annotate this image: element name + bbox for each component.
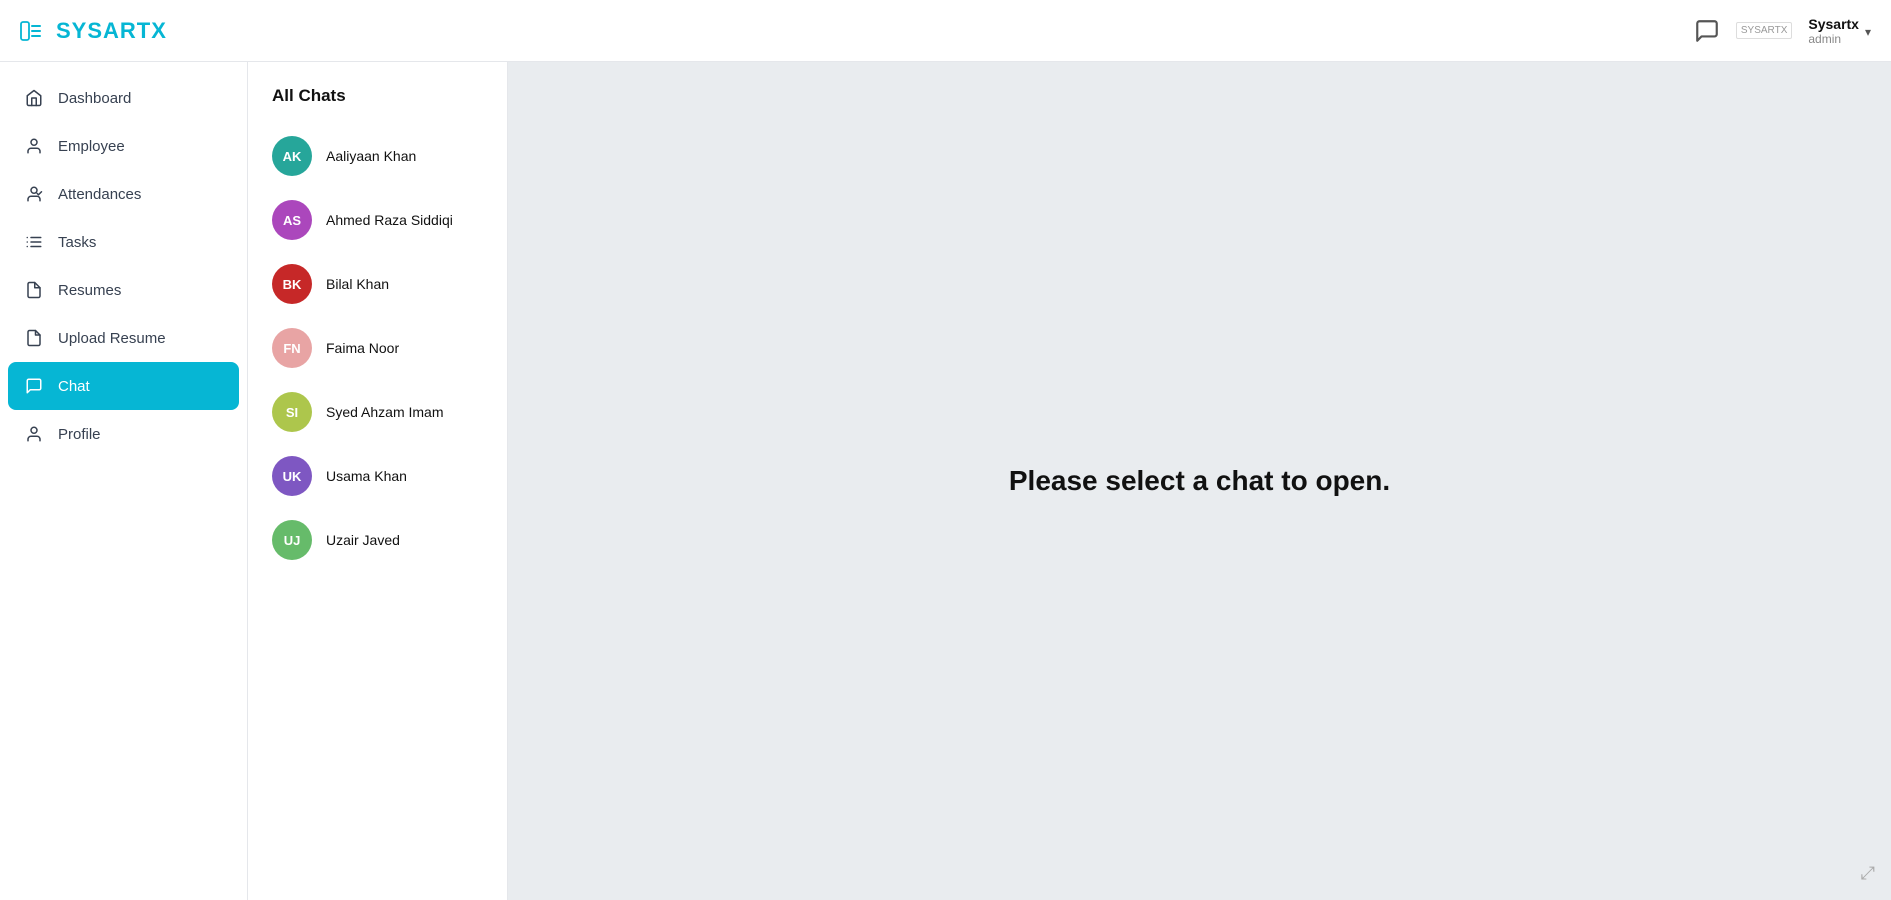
home-icon <box>24 88 44 108</box>
sidebar-item-attendances[interactable]: Attendances <box>0 170 247 218</box>
avatar: AS <box>272 200 312 240</box>
user-name: Sysartx <box>1808 16 1859 32</box>
avatar: BK <box>272 264 312 304</box>
chat-list-item[interactable]: BK Bilal Khan <box>248 252 507 316</box>
employee-icon <box>24 136 44 156</box>
sidebar-item-chat[interactable]: Chat <box>8 362 239 410</box>
sidebar-label-tasks: Tasks <box>58 234 96 251</box>
sidebar-item-resumes[interactable]: Resumes <box>0 266 247 314</box>
sidebar-label-chat: Chat <box>58 378 90 395</box>
header-chat-icon[interactable] <box>1694 18 1720 44</box>
header-left: SYSARTX <box>20 18 167 44</box>
select-chat-message: Please select a chat to open. <box>1009 465 1390 497</box>
sidebar-item-dashboard[interactable]: Dashboard <box>0 74 247 122</box>
chat-contact-name: Faima Noor <box>326 340 399 356</box>
sidebar-item-upload-resume[interactable]: Upload Resume <box>0 314 247 362</box>
content-area: Please select a chat to open. ⤢ <box>508 62 1891 900</box>
avatar: FN <box>272 328 312 368</box>
sidebar-label-employee: Employee <box>58 138 125 155</box>
sidebar-item-employee[interactable]: Employee <box>0 122 247 170</box>
chat-list: AK Aaliyaan Khan AS Ahmed Raza Siddiqi BK Bil… <box>248 124 507 572</box>
app-header: SYSARTX SYSARTX Sysartx admin ▾ <box>0 0 1891 62</box>
chat-contact-name: Uzair Javed <box>326 532 400 548</box>
upload-resume-icon <box>24 328 44 348</box>
chat-contact-name: Ahmed Raza Siddiqi <box>326 212 453 228</box>
main-container: Dashboard Employee Attendances <box>0 62 1891 900</box>
sidebar-label-dashboard: Dashboard <box>58 90 131 107</box>
header-right: SYSARTX Sysartx admin ▾ <box>1694 16 1871 46</box>
app-logo: SYSARTX <box>56 18 167 44</box>
chat-contact-name: Usama Khan <box>326 468 407 484</box>
chat-list-item[interactable]: FN Faima Noor <box>248 316 507 380</box>
user-role: admin <box>1808 32 1859 46</box>
expand-icon[interactable]: ⤢ <box>1861 863 1875 884</box>
chat-contact-name: Bilal Khan <box>326 276 389 292</box>
avatar: UJ <box>272 520 312 560</box>
user-menu[interactable]: Sysartx admin ▾ <box>1808 16 1871 46</box>
sidebar-toggle-icon[interactable] <box>20 20 42 42</box>
chat-list-item[interactable]: UJ Uzair Javed <box>248 508 507 572</box>
sidebar-label-upload-resume: Upload Resume <box>58 330 166 347</box>
avatar: UK <box>272 456 312 496</box>
sidebar-label-attendances: Attendances <box>58 186 141 203</box>
brand-small-logo: SYSARTX <box>1736 22 1793 39</box>
all-chats-title: All Chats <box>248 86 507 124</box>
sidebar-item-tasks[interactable]: Tasks <box>0 218 247 266</box>
user-menu-chevron-icon: ▾ <box>1865 25 1871 39</box>
sidebar-item-profile[interactable]: Profile <box>0 410 247 458</box>
profile-icon <box>24 424 44 444</box>
chat-list-item[interactable]: AK Aaliyaan Khan <box>248 124 507 188</box>
avatar: AK <box>272 136 312 176</box>
chat-icon <box>24 376 44 396</box>
chat-list-item[interactable]: AS Ahmed Raza Siddiqi <box>248 188 507 252</box>
avatar: SI <box>272 392 312 432</box>
chat-contact-name: Syed Ahzam Imam <box>326 404 444 420</box>
sidebar: Dashboard Employee Attendances <box>0 62 248 900</box>
chat-list-item[interactable]: UK Usama Khan <box>248 444 507 508</box>
sidebar-label-resumes: Resumes <box>58 282 121 299</box>
attendances-icon <box>24 184 44 204</box>
resumes-icon <box>24 280 44 300</box>
chat-list-item[interactable]: SI Syed Ahzam Imam <box>248 380 507 444</box>
tasks-icon <box>24 232 44 252</box>
sidebar-label-profile: Profile <box>58 426 101 443</box>
chat-contact-name: Aaliyaan Khan <box>326 148 416 164</box>
chat-panel: All Chats AK Aaliyaan Khan AS Ahmed Raza Si… <box>248 62 508 900</box>
